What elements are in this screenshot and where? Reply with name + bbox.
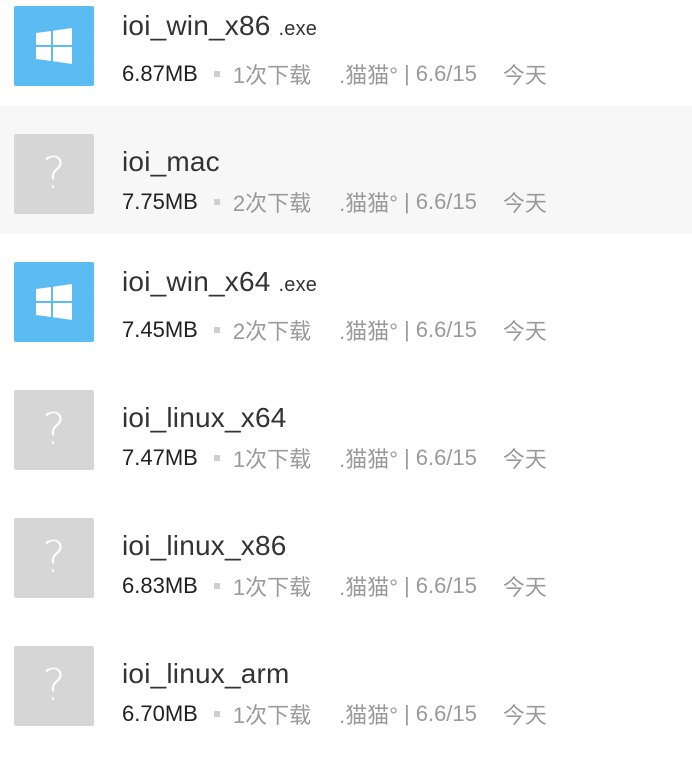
file-name[interactable]: ioi_win_x64 .exe xyxy=(122,266,317,298)
file-extension: .exe xyxy=(278,274,318,296)
file-name-text: ioi_win_x64 xyxy=(122,266,271,297)
file-size: 7.45MB xyxy=(122,317,198,342)
file-meta: 6.87MB 1次下载 .猫猫° | 6.6/15 今天 xyxy=(122,58,547,90)
upload-date: 6.6/15 xyxy=(415,573,477,598)
uploader-name[interactable]: .猫猫° xyxy=(339,698,398,730)
uploader-name[interactable]: .猫猫° xyxy=(339,186,398,218)
file-meta: 6.83MB 1次下载 .猫猫° | 6.6/15 今天 xyxy=(122,570,547,602)
file-size: 6.83MB xyxy=(122,573,198,598)
meta-separator-dot xyxy=(213,327,220,333)
file-name-text: ioi_linux_x86 xyxy=(122,530,287,561)
upload-date: 6.6/15 xyxy=(415,61,477,86)
file-size: 7.75MB xyxy=(122,189,198,214)
windows-icon xyxy=(14,262,94,342)
download-count: 2次下载 xyxy=(232,319,312,344)
file-list: ioi_win_x86 .exe 6.87MB 1次下载 .猫猫° | 6.6/… xyxy=(0,0,692,774)
meta-pipe: | xyxy=(404,317,410,342)
file-name-text: ioi_linux_x64 xyxy=(122,402,287,433)
meta-pipe: | xyxy=(404,445,410,470)
uploader-name[interactable]: .猫猫° xyxy=(339,314,398,346)
meta-pipe: | xyxy=(404,189,410,214)
download-count: 1次下载 xyxy=(232,575,312,600)
file-name-text: ioi_mac xyxy=(122,146,220,177)
file-row-ioi-linux-x86[interactable]: ? ioi_linux_x86 6.83MB 1次下载 .猫猫° | 6.6/1… xyxy=(0,490,692,618)
meta-separator-dot xyxy=(213,711,220,717)
upload-time: 今天 xyxy=(502,191,547,216)
file-name[interactable]: ioi_linux_x86 xyxy=(122,530,287,562)
file-size: 6.70MB xyxy=(122,701,198,726)
question-mark-icon: ? xyxy=(42,404,66,455)
file-name[interactable]: ioi_mac xyxy=(122,146,220,178)
meta-separator-dot xyxy=(213,199,220,205)
meta-separator-dot xyxy=(213,455,220,461)
meta-pipe: | xyxy=(404,701,410,726)
file-size: 7.47MB xyxy=(122,445,198,470)
meta-pipe: | xyxy=(404,573,410,598)
unknown-file-icon: ? xyxy=(14,134,94,214)
file-name-text: ioi_linux_arm xyxy=(122,658,290,689)
upload-time: 今天 xyxy=(502,447,547,472)
upload-time: 今天 xyxy=(502,319,547,344)
upload-time: 今天 xyxy=(502,703,547,728)
upload-date: 6.6/15 xyxy=(415,701,477,726)
file-meta: 7.45MB 2次下载 .猫猫° | 6.6/15 今天 xyxy=(122,314,547,346)
file-meta: 6.70MB 1次下载 .猫猫° | 6.6/15 今天 xyxy=(122,698,547,730)
uploader-name[interactable]: .猫猫° xyxy=(339,570,398,602)
meta-pipe: | xyxy=(404,61,410,86)
file-row-ioi-linux-arm[interactable]: ? ioi_linux_arm 6.70MB 1次下载 .猫猫° | 6.6/1… xyxy=(0,618,692,746)
download-count: 2次下载 xyxy=(232,191,312,216)
windows-logo-icon xyxy=(36,28,72,64)
file-name[interactable]: ioi_win_x86 .exe xyxy=(122,10,317,42)
file-name[interactable]: ioi_linux_arm xyxy=(122,658,290,690)
file-extension: .exe xyxy=(278,18,318,40)
file-row-ioi-mac[interactable]: ? ioi_mac 7.75MB 2次下载 .猫猫° | 6.6/15 今天 xyxy=(0,106,692,234)
unknown-file-icon: ? xyxy=(14,390,94,470)
windows-icon xyxy=(14,6,94,86)
unknown-file-icon: ? xyxy=(14,646,94,726)
file-size: 6.87MB xyxy=(122,61,198,86)
uploader-name[interactable]: .猫猫° xyxy=(339,442,398,474)
download-count: 1次下载 xyxy=(232,447,312,472)
file-meta: 7.47MB 1次下载 .猫猫° | 6.6/15 今天 xyxy=(122,442,547,474)
unknown-file-icon: ? xyxy=(14,518,94,598)
download-count: 1次下载 xyxy=(232,703,312,728)
upload-date: 6.6/15 xyxy=(415,317,477,342)
meta-separator-dot xyxy=(213,71,220,77)
meta-separator-dot xyxy=(213,583,220,589)
file-name-text: ioi_win_x86 xyxy=(122,10,271,41)
file-row-ioi-linux-x64[interactable]: ? ioi_linux_x64 7.47MB 1次下载 .猫猫° | 6.6/1… xyxy=(0,362,692,490)
upload-date: 6.6/15 xyxy=(415,189,477,214)
upload-time: 今天 xyxy=(502,63,547,88)
windows-logo-icon xyxy=(36,284,72,320)
upload-time: 今天 xyxy=(502,575,547,600)
uploader-name[interactable]: .猫猫° xyxy=(339,58,398,90)
question-mark-icon: ? xyxy=(42,660,66,711)
file-row-ioi-win-x64[interactable]: ioi_win_x64 .exe 7.45MB 2次下载 .猫猫° | 6.6/… xyxy=(0,234,692,362)
upload-date: 6.6/15 xyxy=(415,445,477,470)
download-count: 1次下载 xyxy=(232,63,312,88)
question-mark-icon: ? xyxy=(42,148,66,199)
file-row-ioi-win-x86[interactable]: ioi_win_x86 .exe 6.87MB 1次下载 .猫猫° | 6.6/… xyxy=(0,0,692,106)
question-mark-icon: ? xyxy=(42,532,66,583)
file-meta: 7.75MB 2次下载 .猫猫° | 6.6/15 今天 xyxy=(122,186,547,218)
file-name[interactable]: ioi_linux_x64 xyxy=(122,402,287,434)
